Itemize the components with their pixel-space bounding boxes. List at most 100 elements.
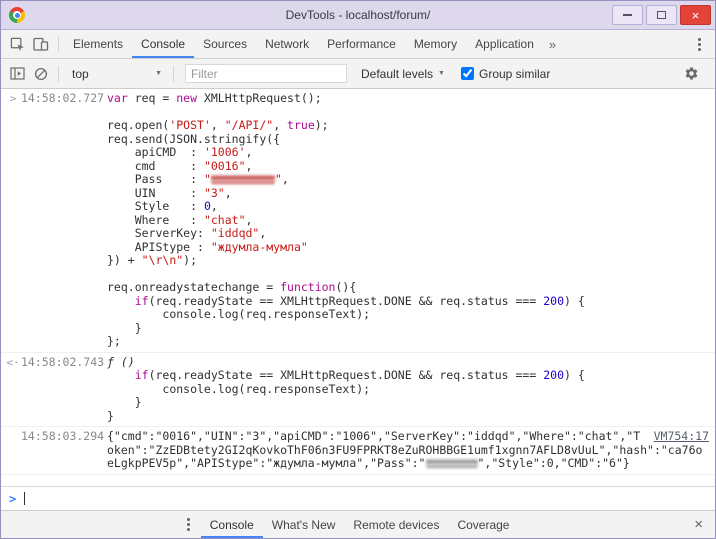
entry-body: VM754:17{"cmd":"0016","UIN":"3","apiCMD"…	[107, 430, 709, 471]
context-selector[interactable]: top ▼	[64, 67, 168, 81]
console-settings-gear-icon[interactable]	[679, 62, 703, 86]
drawer-tab-console[interactable]: Console	[201, 511, 263, 538]
console-entry-result: <·14:58:02.743ƒ () if(req.readyState == …	[1, 353, 715, 428]
close-button[interactable]: ×	[680, 5, 711, 25]
titlebar: DevTools - localhost/forum/ ×	[1, 1, 715, 30]
code-line: }) + "\r\n");	[107, 254, 709, 268]
code-token: );	[315, 118, 329, 132]
tab-performance[interactable]: Performance	[318, 30, 405, 58]
tab-network[interactable]: Network	[256, 30, 318, 58]
code-token: }	[107, 409, 114, 423]
result-marker-icon: <·	[5, 356, 21, 370]
text-caret	[24, 492, 25, 505]
drawer-tab-remote-devices[interactable]: Remote devices	[344, 511, 448, 538]
timestamp: 14:58:02.727	[21, 92, 107, 106]
tab-elements[interactable]: Elements	[64, 30, 132, 58]
timestamp: 14:58:02.743	[21, 356, 107, 370]
redacted-value	[426, 459, 478, 468]
minimize-button[interactable]	[612, 5, 643, 25]
drawer-tab-what-s-new[interactable]: What's New	[263, 511, 345, 538]
drawer-tabbar: ConsoleWhat's NewRemote devicesCoverage …	[1, 510, 715, 538]
code-token: "chat"	[204, 213, 246, 227]
console-entry-log: 14:58:03.294VM754:17{"cmd":"0016","UIN":…	[1, 427, 715, 475]
log-levels-dropdown[interactable]: Default levels ▼	[361, 67, 445, 81]
tab-sources[interactable]: Sources	[194, 30, 256, 58]
group-similar-checkbox[interactable]	[461, 67, 474, 80]
devtools-window: DevTools - localhost/forum/ × ElementsCo…	[0, 0, 716, 539]
code-line: UIN : "3",	[107, 187, 709, 201]
code-token: ,	[246, 159, 253, 173]
code-token: XMLHttpRequest();	[197, 91, 322, 105]
code-line: console.log(req.responseText);	[107, 383, 709, 397]
tab-application[interactable]: Application	[466, 30, 543, 58]
inspect-element-icon[interactable]	[5, 32, 29, 56]
code-token: Style :	[107, 199, 204, 213]
console-prompt-row[interactable]: >	[1, 486, 715, 510]
code-token: apiCMD :	[107, 145, 204, 159]
code-token: "3"	[204, 186, 225, 200]
code-token: 200	[543, 294, 564, 308]
chevron-down-icon: ▼	[438, 70, 445, 77]
redacted-value	[211, 175, 275, 184]
clear-console-icon[interactable]	[29, 62, 53, 86]
console-log: >14:58:02.727var req = new XMLHttpReques…	[1, 89, 715, 486]
entry-body: var req = new XMLHttpRequest();req.open(…	[107, 92, 709, 349]
drawer-tabs: ConsoleWhat's NewRemote devicesCoverage	[201, 511, 519, 538]
code-line: {"cmd":"0016","UIN":"3","apiCMD":"1006",…	[107, 430, 709, 471]
code-token: 0	[204, 199, 211, 213]
drawer-menu-icon[interactable]	[177, 513, 201, 537]
code-token: ,	[273, 118, 287, 132]
tab-memory[interactable]: Memory	[405, 30, 466, 58]
code-token: (req.readyState == XMLHttpRequest.DONE &…	[149, 294, 544, 308]
filter-input[interactable]	[185, 64, 347, 83]
code-token: Where :	[107, 213, 204, 227]
code-token: ) {	[564, 368, 585, 382]
code-line: var req = new XMLHttpRequest();	[107, 92, 709, 106]
code-token: (req.readyState == XMLHttpRequest.DONE &…	[149, 368, 544, 382]
code-token: };	[107, 334, 121, 348]
code-token: Pass :	[107, 172, 204, 186]
kebab-dots	[698, 43, 701, 46]
code-token: '1006'	[204, 145, 246, 159]
code-line: req.onreadystatechange = function(){	[107, 281, 709, 295]
entry-body: ƒ () if(req.readyState == XMLHttpRequest…	[107, 356, 709, 424]
code-token: if	[135, 368, 149, 382]
code-token: console.log(req.responseText);	[107, 382, 370, 396]
code-line: console.log(req.responseText);	[107, 308, 709, 322]
code-token	[107, 368, 135, 382]
code-token: "	[275, 172, 282, 186]
code-line: APIStype : "ждумла-мумла"	[107, 241, 709, 255]
drawer-close-icon[interactable]: ×	[688, 516, 709, 533]
drawer-tab-coverage[interactable]: Coverage	[448, 511, 518, 538]
code-token: APIStype :	[107, 240, 211, 254]
tab-console[interactable]: Console	[132, 30, 194, 58]
separator	[58, 66, 59, 82]
code-token: "	[204, 172, 211, 186]
code-token: true	[287, 118, 315, 132]
code-line: ƒ ()	[107, 356, 709, 370]
code-line: Where : "chat",	[107, 214, 709, 228]
more-tabs-chevron[interactable]: »	[543, 37, 562, 52]
group-similar-setting: Group similar	[461, 67, 550, 81]
console-sidebar-icon[interactable]	[5, 62, 29, 86]
panel-tabs: ElementsConsoleSourcesNetworkPerformance…	[64, 30, 543, 58]
device-toolbar-icon[interactable]	[29, 32, 53, 56]
code-line: }	[107, 396, 709, 410]
code-token: if	[135, 294, 149, 308]
source-link[interactable]: VM754:17	[654, 430, 709, 444]
minimize-icon	[623, 14, 632, 16]
code-token: req =	[128, 91, 176, 105]
code-line	[107, 268, 709, 282]
code-token: }	[107, 395, 142, 409]
code-line: apiCMD : '1006',	[107, 146, 709, 160]
maximize-button[interactable]	[646, 5, 677, 25]
code-token: function	[280, 280, 335, 294]
code-token: UIN :	[107, 186, 204, 200]
code-token: ƒ ()	[107, 355, 135, 369]
code-token: );	[183, 253, 197, 267]
code-token: console.log(req.responseText);	[107, 307, 370, 321]
code-token: "\r\n"	[142, 253, 184, 267]
code-token: ) {	[564, 294, 585, 308]
code-token	[107, 294, 135, 308]
devtools-menu-icon[interactable]	[687, 32, 711, 56]
